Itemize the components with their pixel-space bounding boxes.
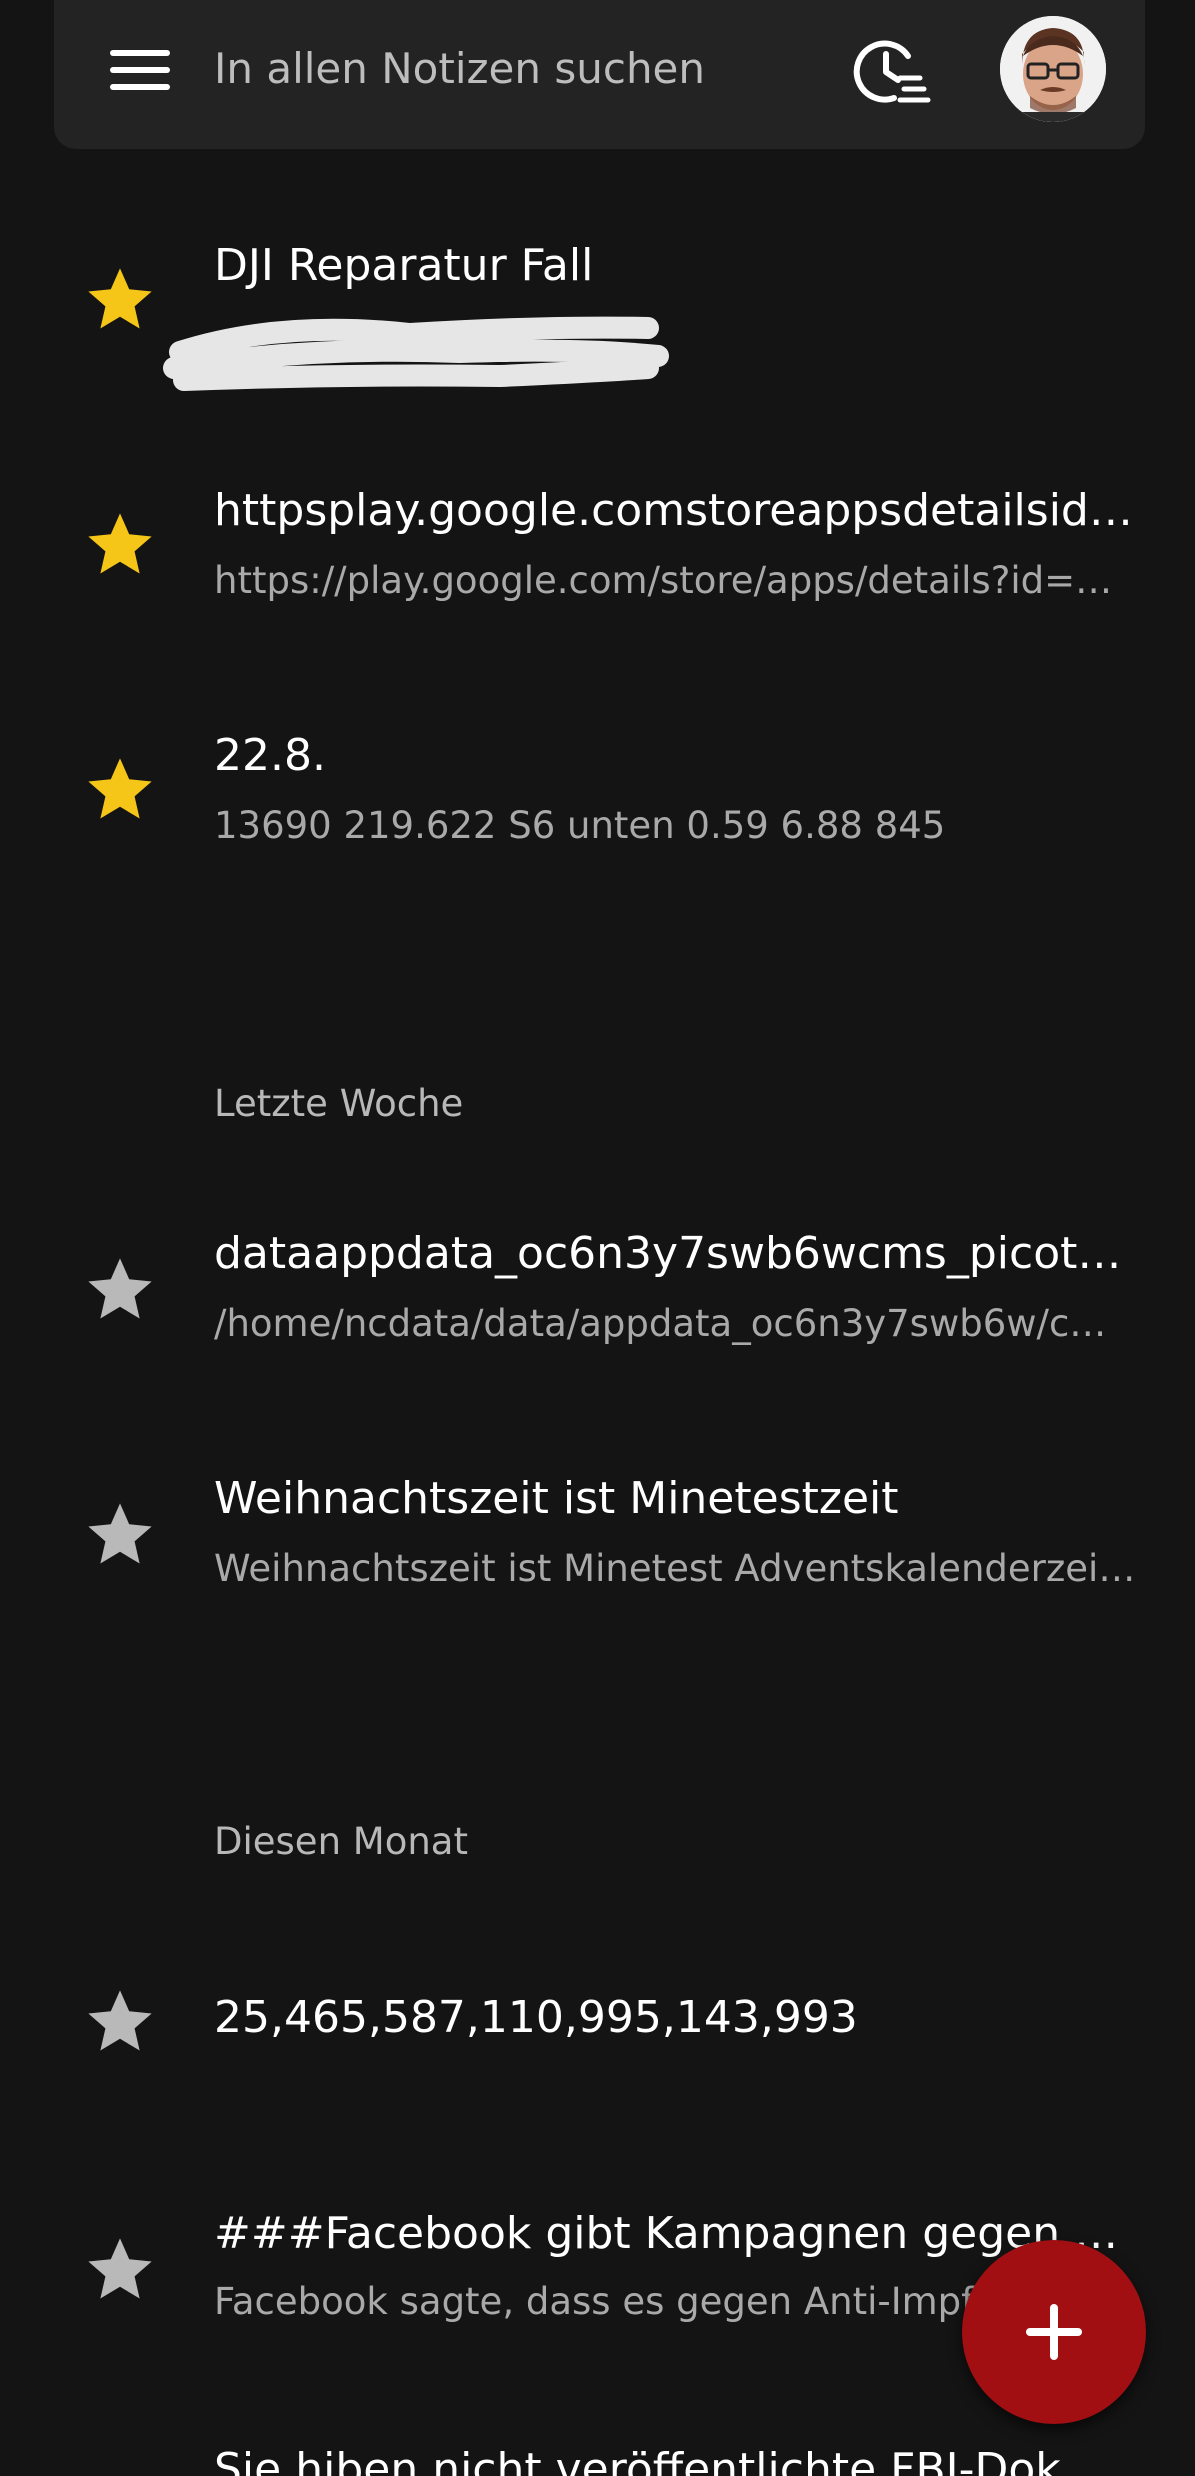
clock-list-icon xyxy=(853,40,931,103)
note-title: httpsplay.google.comstoreappsdetailsid=c… xyxy=(214,485,1144,536)
add-note-button[interactable] xyxy=(962,2240,1146,2424)
star-filled-icon[interactable] xyxy=(82,507,158,583)
note-item[interactable]: Weihnachtszeit ist Minetestzeit Weihnach… xyxy=(0,1455,1195,1615)
note-item[interactable]: dataappdata_oc6n3y7swb6wcms_picothe… /ho… xyxy=(0,1210,1195,1370)
note-item[interactable]: httpsplay.google.comstoreappsdetailsid=c… xyxy=(0,465,1195,625)
note-title: DJI Reparatur Fall xyxy=(214,240,594,291)
note-excerpt: /home/ncdata/data/appdata_oc6n3y7swb6w/c… xyxy=(214,1302,1107,1345)
star-filled-icon[interactable] xyxy=(82,262,158,338)
star-outline-icon[interactable] xyxy=(82,2232,158,2308)
star-filled-icon[interactable] xyxy=(82,752,158,828)
search-bar[interactable]: In allen Notizen suchen xyxy=(54,0,1145,149)
menu-button[interactable] xyxy=(88,30,178,110)
redaction-scribble xyxy=(163,316,669,391)
search-input[interactable]: In allen Notizen suchen xyxy=(214,44,705,93)
note-title: Sie hiben nicht veröffentlichte FBI-Dok… xyxy=(214,2444,1105,2476)
plus-icon xyxy=(1026,2304,1082,2360)
hamburger-menu-icon-middle xyxy=(110,67,170,73)
user-avatar-image xyxy=(1000,16,1106,122)
note-title: dataappdata_oc6n3y7swb6wcms_picothe… xyxy=(214,1228,1144,1279)
star-outline-icon[interactable] xyxy=(82,1984,158,2060)
note-title: Weihnachtszeit ist Minetestzeit xyxy=(214,1473,899,1524)
star-outline-icon[interactable] xyxy=(82,1252,158,1328)
note-excerpt: https://play.google.com/store/apps/detai… xyxy=(214,559,1113,602)
note-item[interactable]: 25,465,587,110,995,143,993 xyxy=(0,1980,1195,2140)
star-outline-icon[interactable] xyxy=(82,1497,158,1573)
hamburger-menu-icon xyxy=(110,50,170,56)
section-header-this-month: Diesen Monat xyxy=(214,1820,468,1863)
history-button[interactable] xyxy=(846,26,936,116)
note-excerpt: 13690 219.622 S6 unten 0.59 6.88 845 xyxy=(214,804,946,847)
avatar[interactable] xyxy=(1000,16,1106,122)
note-item[interactable]: Sie hiben nicht veröffentlichte FBI-Dok… xyxy=(0,2436,1195,2476)
section-header-last-week: Letzte Woche xyxy=(214,1082,464,1125)
note-excerpt: Weihnachtszeit ist Minetest Adventskalen… xyxy=(214,1547,1144,1590)
hamburger-menu-icon-bottom xyxy=(110,84,170,90)
note-title: 22.8. xyxy=(214,730,326,781)
note-title: 25,465,587,110,995,143,993 xyxy=(214,1992,858,2043)
note-item[interactable]: 22.8. 13690 219.622 S6 unten 0.59 6.88 8… xyxy=(0,710,1195,870)
